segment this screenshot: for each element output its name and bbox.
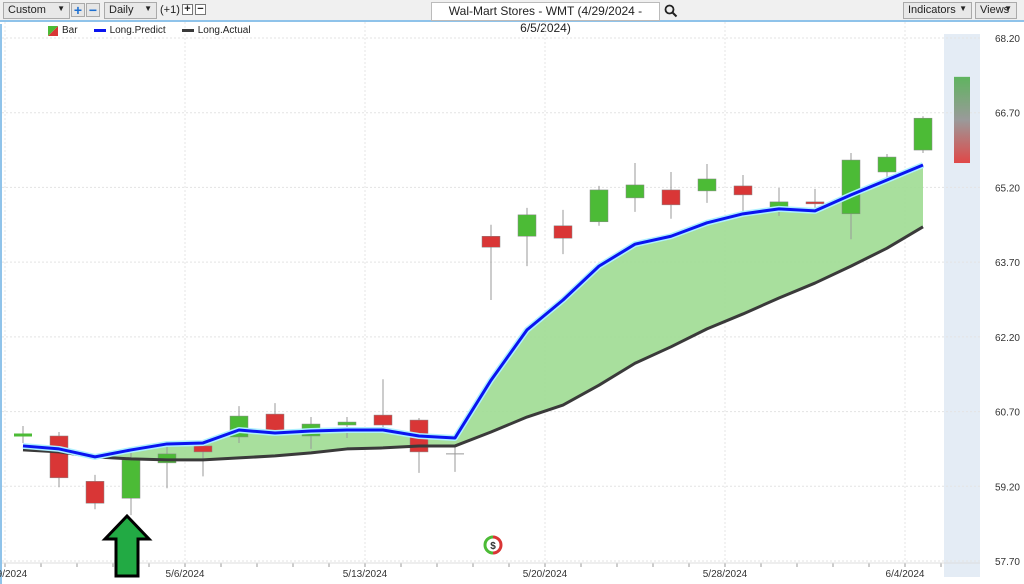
buy-signal-arrow-icon <box>101 513 153 578</box>
x-tick-label: 5/13/2024 <box>343 569 388 580</box>
legend-predict-label: Long.Predict <box>109 25 166 36</box>
candle-body <box>265 413 285 432</box>
chevron-down-icon: ▼ <box>1004 4 1012 13</box>
y-tick-label: 59.20 <box>995 482 1020 493</box>
candle <box>121 451 141 516</box>
candle <box>553 209 573 255</box>
x-tick-label: 6/4/2024 <box>886 569 925 580</box>
candle-body <box>193 445 213 453</box>
period-select[interactable]: Custom ▼ <box>3 2 70 19</box>
zoom-out-button[interactable]: − <box>86 3 100 17</box>
candle-body <box>337 421 357 426</box>
period-value: Custom <box>8 4 46 16</box>
predict-swatch-icon <box>93 29 106 32</box>
offset-label: (+1) <box>160 4 180 16</box>
candle <box>733 174 753 211</box>
legend-predict: Long.Predict <box>93 25 166 36</box>
candle <box>517 207 537 267</box>
chevron-down-icon: ▼ <box>959 4 967 13</box>
forecast-bar <box>954 76 970 164</box>
candle-body <box>733 185 753 196</box>
x-tick-label: 5/6/2024 <box>166 569 205 580</box>
candle <box>697 164 717 203</box>
candle-body <box>877 156 897 173</box>
chevron-down-icon: ▼ <box>144 4 152 13</box>
y-tick-label: 60.70 <box>995 408 1020 419</box>
candle-body <box>589 189 609 223</box>
candle-body <box>697 178 717 192</box>
candle-body <box>517 214 537 237</box>
candle <box>446 444 464 472</box>
price-chart[interactable]: 68.20 66.70 65.20 63.70 62.20 60.70 59.20 57.70… <box>0 22 1024 584</box>
candle-body <box>805 201 825 205</box>
candle-body <box>553 225 573 239</box>
candle <box>913 116 933 154</box>
bar-swatch-icon <box>48 25 58 36</box>
legend-actual-label: Long.Actual <box>197 25 251 36</box>
candle-body <box>49 435 69 479</box>
actual-swatch-icon <box>181 29 194 32</box>
symbol-title-field[interactable]: Wal-Mart Stores - WMT (4/29/2024 - 6/5/2… <box>431 2 660 35</box>
offset-minus-button[interactable]: − <box>195 4 206 15</box>
y-tick-label: 65.20 <box>995 183 1020 194</box>
offset-plus-button[interactable]: + <box>182 4 193 15</box>
dollar-badge-icon: $ <box>483 535 503 555</box>
toolbar: Custom ▼ + − Daily ▼ (+1) + − Wal-Mart Sto… <box>0 0 1024 35</box>
candle-body <box>841 159 861 215</box>
candle <box>625 163 645 212</box>
legend-bar: Bar <box>48 25 78 36</box>
candle-body <box>913 117 933 151</box>
candle-body <box>481 235 501 248</box>
legend-actual: Long.Actual <box>181 25 251 36</box>
candle <box>373 379 393 431</box>
search-icon[interactable] <box>664 4 678 18</box>
x-tick-label: 5/20/2024 <box>523 569 568 580</box>
candle <box>14 426 32 443</box>
candle <box>265 403 285 434</box>
y-tick-label: 68.20 <box>995 34 1020 45</box>
candle-body <box>121 459 141 499</box>
candle-body <box>373 414 393 426</box>
zoom-in-button[interactable]: + <box>71 3 85 17</box>
y-tick-label: 66.70 <box>995 109 1020 120</box>
indicators-label: Indicators <box>908 4 956 16</box>
badge-dollar: $ <box>490 541 496 552</box>
y-tick-label: 57.70 <box>995 557 1020 568</box>
candle <box>661 171 681 219</box>
candle <box>85 474 105 510</box>
legend-bar-label: Bar <box>62 25 78 36</box>
y-tick-label: 63.70 <box>995 258 1020 269</box>
legend: Bar Long.Predict Long.Actual <box>48 25 251 36</box>
candle <box>589 185 609 226</box>
candle-body <box>625 184 645 199</box>
chevron-down-icon: ▼ <box>57 4 65 13</box>
interval-value: Daily <box>109 4 134 16</box>
x-tick-label: 4/29/2024 <box>0 569 28 580</box>
candle <box>49 431 69 488</box>
interval-select[interactable]: Daily ▼ <box>104 2 157 19</box>
candle-body <box>85 481 105 504</box>
views-button[interactable]: Views ▼ <box>975 2 1017 19</box>
indicators-button[interactable]: Indicators ▼ <box>903 2 972 19</box>
x-tick-label: 5/28/2024 <box>703 569 748 580</box>
candle <box>481 224 501 300</box>
candle-body <box>661 189 681 206</box>
y-tick-label: 62.20 <box>995 333 1020 344</box>
